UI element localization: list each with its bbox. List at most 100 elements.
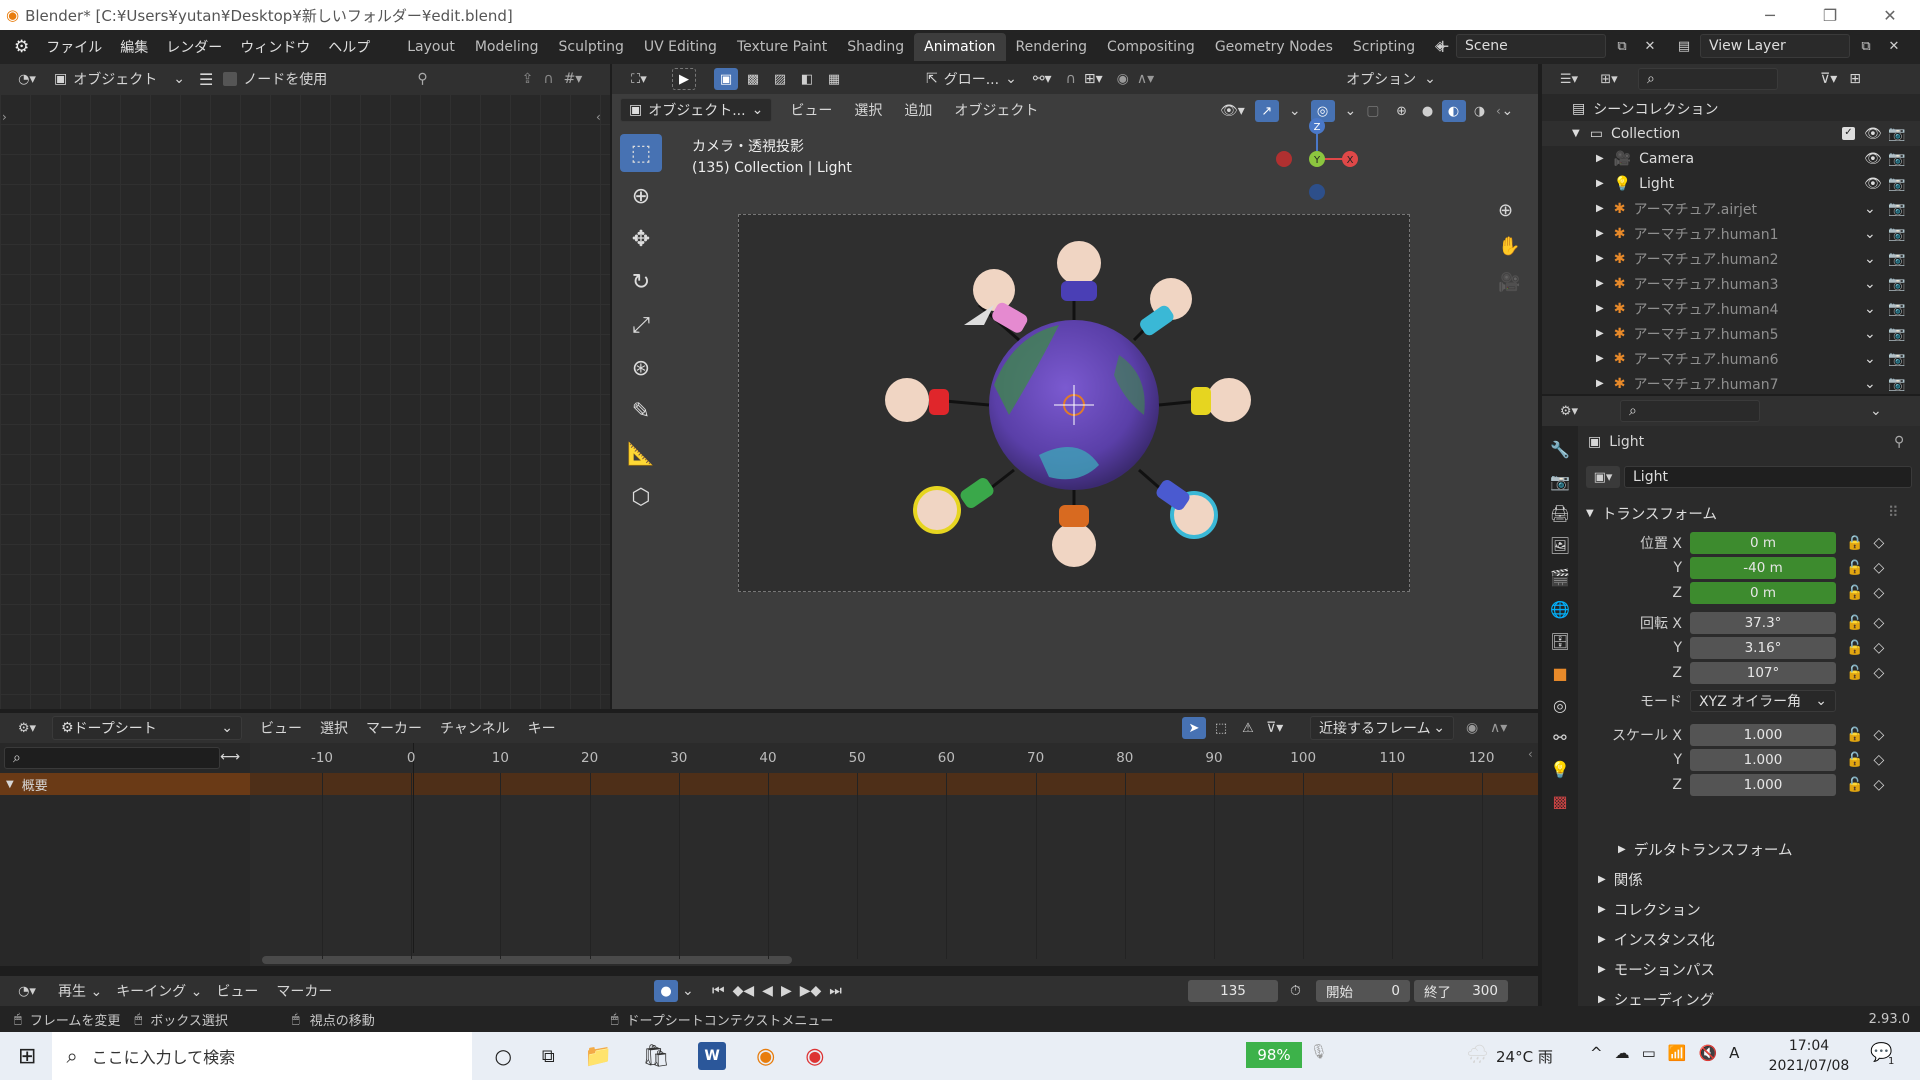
dopesheet-editor-type-icon[interactable]: ⚙▾ xyxy=(10,717,44,739)
hidden-eye-icon[interactable]: ⌄ xyxy=(1864,251,1876,267)
scale-tool-icon[interactable]: ⤢ xyxy=(620,306,662,344)
jump-next-keyframe-icon[interactable]: ▶◆ xyxy=(800,983,822,999)
camera-view-icon[interactable]: 🎥 xyxy=(1498,272,1520,293)
outliner-item-light[interactable]: ▶ 💡 Light 👁 📷 xyxy=(1542,171,1920,196)
navigation-gizmo[interactable]: Z Y X xyxy=(1272,114,1362,204)
menu-file[interactable]: ファイル xyxy=(37,37,111,57)
editor-type-icon[interactable]: ◔▾ xyxy=(10,68,44,90)
viewport-mode-select[interactable]: ▣ オブジェクト... ⌄ xyxy=(620,98,773,122)
unlock-icon[interactable]: 🔓 xyxy=(1846,640,1863,656)
task-view-icon[interactable]: ⧉ xyxy=(542,1046,555,1067)
eye-icon[interactable]: 👁 xyxy=(1864,126,1882,142)
keyframe-icon[interactable]: ◇ xyxy=(1873,665,1884,681)
channel-search-input[interactable]: ⌕ xyxy=(4,747,220,769)
scale-y-field[interactable]: 1.000 xyxy=(1690,748,1836,771)
data-block-name-field[interactable]: Light xyxy=(1624,466,1912,488)
dopesheet-menu-view[interactable]: ビュー xyxy=(260,718,302,738)
view-layer-tab-icon[interactable]: 🖼 xyxy=(1550,536,1570,555)
show-hidden-icon[interactable]: ⬚ xyxy=(1209,717,1233,739)
falloff-icon[interactable]: ∧▾ xyxy=(1490,720,1507,736)
hidden-eye-icon[interactable]: ⌄ xyxy=(1864,301,1876,317)
unlock-icon[interactable]: 🔓 xyxy=(1846,665,1863,681)
snap-icon[interactable]: ∩ xyxy=(1066,71,1076,87)
tab-animation[interactable]: Animation xyxy=(914,33,1006,61)
display-mode-icon[interactable]: ⊞▾ xyxy=(1592,68,1626,90)
mic-icon[interactable]: 🎙 xyxy=(1310,1044,1328,1060)
snap-mode-select[interactable]: 近接するフレーム ⌄ xyxy=(1310,716,1454,740)
blender-active-taskbar-icon[interactable]: ◉ xyxy=(805,1044,824,1069)
hidden-eye-icon[interactable]: ⌄ xyxy=(1864,226,1876,242)
render-camera-icon[interactable]: 📷 xyxy=(1888,351,1905,367)
relations-section[interactable]: ▶ 関係 xyxy=(1598,864,1908,894)
copy-scene-icon[interactable]: ⧉ xyxy=(1610,35,1634,57)
taskbar-search-box[interactable]: ⌕ ここに入力して検索 xyxy=(52,1032,473,1080)
file-explorer-icon[interactable]: 📁 xyxy=(585,1044,612,1069)
expand-arrow-icon[interactable]: ▶ xyxy=(1596,378,1604,389)
render-camera-icon[interactable]: 📷 xyxy=(1888,176,1905,192)
scene-tab-icon[interactable]: 🎬 xyxy=(1550,568,1570,587)
annotate-tool-icon[interactable]: ✎ xyxy=(620,392,662,430)
blender-taskbar-icon[interactable]: ◉ xyxy=(756,1044,775,1069)
battery-icon[interactable]: ▭ xyxy=(1642,1044,1656,1062)
location-z-field[interactable]: 0 m xyxy=(1690,581,1836,604)
pin-icon[interactable]: ⚲ xyxy=(417,71,427,87)
viewport-menu-add[interactable]: 追加 xyxy=(904,100,932,120)
render-camera-icon[interactable]: 📷 xyxy=(1888,226,1905,242)
rotation-x-field[interactable]: 37.3° xyxy=(1690,611,1836,634)
visibility-icon[interactable]: 👁▾ xyxy=(1220,103,1245,119)
select-subtract-icon[interactable]: ▨ xyxy=(768,68,792,90)
tab-sculpting[interactable]: Sculpting xyxy=(549,33,634,61)
volume-icon[interactable]: 🔇 xyxy=(1698,1044,1717,1062)
add-cube-tool-icon[interactable]: ⬡ xyxy=(620,478,662,516)
properties-search-input[interactable]: ⌕ xyxy=(1620,400,1760,422)
select-box-tool-icon[interactable]: ⬚ xyxy=(620,134,662,172)
location-x-field[interactable]: 0 m xyxy=(1690,531,1836,554)
start-frame-field[interactable]: 開始 0 xyxy=(1316,980,1410,1002)
expand-arrow-icon[interactable]: ▶ xyxy=(1596,278,1604,289)
expand-arrow-icon[interactable]: ▶ xyxy=(1596,253,1604,264)
keyframe-icon[interactable]: ◇ xyxy=(1873,640,1884,656)
magnet-icon[interactable]: ∩ xyxy=(543,71,553,87)
expand-toolbar-icon[interactable]: › xyxy=(2,110,7,124)
render-tab-icon[interactable]: 📷 xyxy=(1550,472,1570,491)
hidden-eye-icon[interactable]: ⌄ xyxy=(1864,326,1876,342)
menu-edit[interactable]: 編集 xyxy=(111,37,157,57)
viewport-menu-select[interactable]: 選択 xyxy=(854,100,882,120)
outliner-item-armature[interactable]: ▶ ✱ アーマチュア.airjet ⌄ 📷 xyxy=(1542,196,1920,221)
unlock-icon[interactable]: 🔓 xyxy=(1846,615,1863,631)
expand-arrow-icon[interactable]: ▶ xyxy=(1596,153,1604,164)
render-camera-icon[interactable]: 📷 xyxy=(1888,251,1905,267)
new-collection-icon[interactable]: ⊞ xyxy=(1849,71,1861,87)
keyframe-icon[interactable]: ◇ xyxy=(1873,535,1884,551)
timeline-editor-type-icon[interactable]: ◔▾ xyxy=(10,980,44,1002)
lock-icon[interactable]: 🔒 xyxy=(1846,535,1863,551)
collapse-sidebar-icon[interactable]: ‹ xyxy=(1528,747,1533,761)
outliner-scene-collection[interactable]: ▤ シーンコレクション xyxy=(1542,96,1920,121)
hidden-eye-icon[interactable]: ⌄ xyxy=(1864,351,1876,367)
end-frame-field[interactable]: 終了 300 xyxy=(1414,980,1508,1002)
snap-increment-icon[interactable]: ⊞▾ xyxy=(1084,71,1103,87)
object-data-tab-icon[interactable]: 💡 xyxy=(1550,760,1570,779)
world-tab-icon[interactable]: 🌐 xyxy=(1550,600,1570,619)
pan-hand-icon[interactable]: ✋ xyxy=(1498,236,1520,257)
rotate-tool-icon[interactable]: ↻ xyxy=(620,263,662,301)
eye-icon[interactable]: 👁 xyxy=(1864,151,1882,167)
node-editor-area[interactable]: › ‹ xyxy=(0,94,610,709)
pivot-icon[interactable]: ⚯▾ xyxy=(1033,71,1052,87)
viewport-menu-object[interactable]: オブジェクト xyxy=(954,100,1038,120)
keyframe-icon[interactable]: ◇ xyxy=(1873,777,1884,793)
outliner-item-armature[interactable]: ▶ ✱ アーマチュア.human2 ⌄ 📷 xyxy=(1542,246,1920,271)
clock-icon[interactable]: ⏱ xyxy=(1290,983,1301,999)
chevron-up-icon[interactable]: ^ xyxy=(1590,1044,1603,1062)
proportional-edit-icon[interactable]: ◉ xyxy=(1466,720,1478,736)
menu-render[interactable]: レンダー xyxy=(157,37,231,57)
hidden-eye-icon[interactable]: ⌄ xyxy=(1864,201,1876,217)
output-tab-icon[interactable]: 🖨 xyxy=(1550,504,1570,523)
expand-arrow-icon[interactable]: ▼ xyxy=(1572,128,1580,139)
scale-z-field[interactable]: 1.000 xyxy=(1690,773,1836,796)
weather-icon[interactable]: 🌧 xyxy=(1466,1044,1489,1065)
tab-rendering[interactable]: Rendering xyxy=(1006,33,1098,61)
select-extend-icon[interactable]: ▩ xyxy=(741,68,765,90)
dopesheet-menu-channel[interactable]: チャンネル xyxy=(440,718,510,738)
transform-tool-icon[interactable]: ⊛ xyxy=(620,349,662,387)
